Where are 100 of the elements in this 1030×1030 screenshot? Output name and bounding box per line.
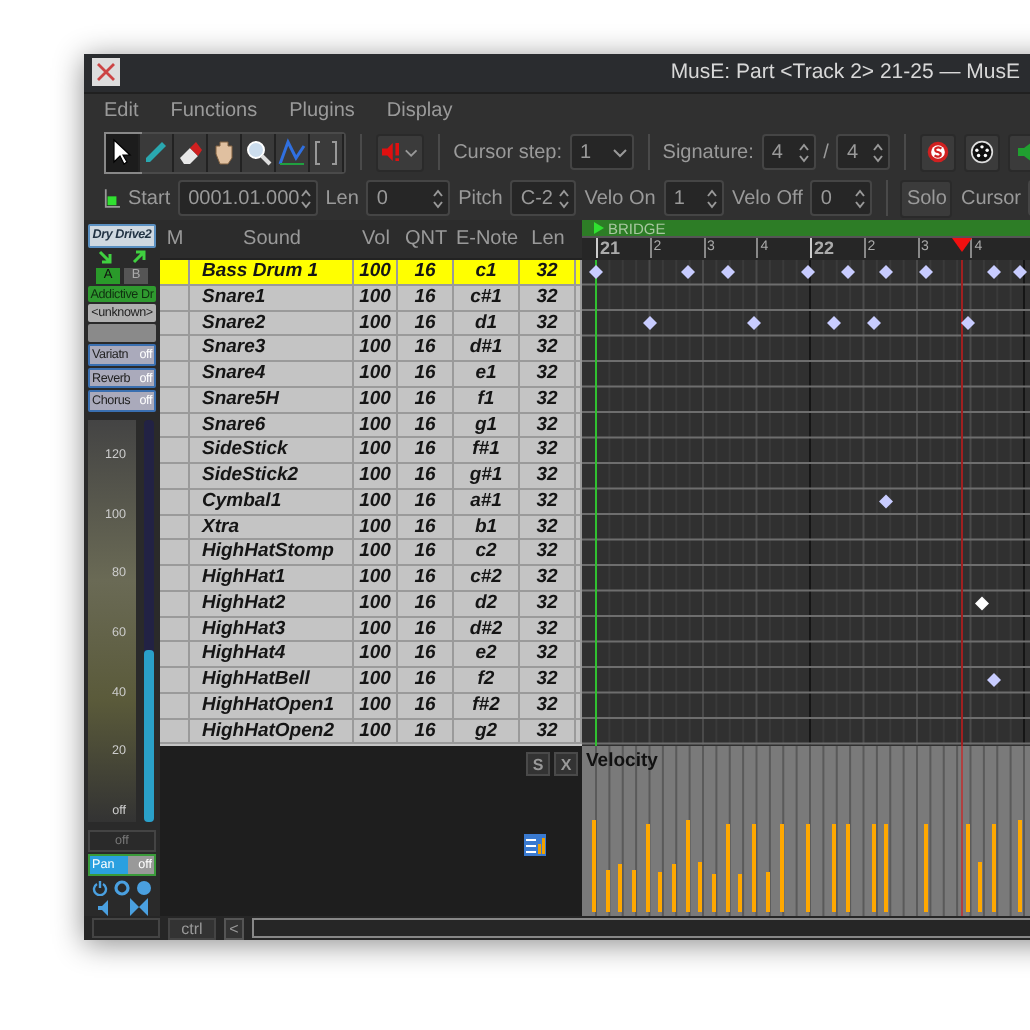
column-header[interactable]: QNT xyxy=(398,228,454,251)
drum-row[interactable]: Xtra 100 16 b1 32 xyxy=(160,515,582,541)
power-icon[interactable] xyxy=(91,879,108,896)
qnt-cell: 16 xyxy=(398,617,454,643)
drum-row[interactable]: Bass Drum 1 100 16 c1 32 xyxy=(160,260,582,286)
velo-off-field[interactable]: 0 xyxy=(810,180,872,217)
column-header[interactable]: E-Note xyxy=(454,228,520,251)
note-event[interactable] xyxy=(643,316,657,331)
range-tool-button[interactable] xyxy=(310,133,344,172)
enote-cell: d1 xyxy=(454,311,520,337)
midi-input-button[interactable] xyxy=(964,133,1000,172)
len-label: Len xyxy=(325,187,359,210)
len-cell: 32 xyxy=(520,693,576,720)
drum-row[interactable]: SideStick2 100 16 g#1 32 xyxy=(160,464,582,490)
drum-row[interactable]: Snare2 100 16 d1 32 xyxy=(160,311,582,337)
enote-cell: f#2 xyxy=(454,693,520,720)
note-event[interactable] xyxy=(961,316,975,331)
drum-row[interactable]: Snare4 100 16 e1 32 xyxy=(160,362,582,388)
note-event[interactable] xyxy=(987,673,1001,688)
pitch-field[interactable]: C-2 xyxy=(510,180,577,217)
column-header[interactable]: Vol xyxy=(354,228,398,251)
ring-icon[interactable] xyxy=(113,879,130,896)
speaker-alert-button[interactable] xyxy=(375,133,424,172)
spin-arrows-icon[interactable] xyxy=(299,187,312,210)
note-event[interactable] xyxy=(867,316,881,331)
start-label: Start xyxy=(127,187,171,210)
numerator-field[interactable]: 4 xyxy=(761,134,816,171)
note-event[interactable] xyxy=(801,265,815,280)
drum-row[interactable]: HighHat1 100 16 c#2 32 xyxy=(160,566,582,592)
enote-cell: d2 xyxy=(454,591,520,618)
spin-arrows-icon[interactable] xyxy=(705,187,718,210)
spin-arrows-icon[interactable] xyxy=(432,187,445,210)
spin-arrows-icon[interactable] xyxy=(853,187,866,210)
denominator-field[interactable]: 4 xyxy=(836,134,891,171)
drum-row[interactable]: Snare5H 100 16 f1 32 xyxy=(160,387,582,414)
window-title: MusE: Part <Track 2> 21-25 — MusE xyxy=(668,60,1022,85)
pointer-tool-button[interactable] xyxy=(106,133,140,172)
curve-tool-button[interactable] xyxy=(276,133,310,172)
controller-button[interactable]: S xyxy=(526,752,550,777)
drum-row[interactable]: HighHatStomp 100 16 c2 32 xyxy=(160,540,582,567)
note-event[interactable] xyxy=(919,265,933,280)
menu-item[interactable]: Plugins xyxy=(289,100,355,123)
enote-cell: g2 xyxy=(454,719,520,745)
drum-row[interactable]: HighHat3 100 16 d#2 32 xyxy=(160,617,582,643)
column-header[interactable]: Sound xyxy=(190,228,354,251)
drum-row[interactable]: SideStick 100 16 f#1 32 xyxy=(160,438,582,465)
dot-icon[interactable] xyxy=(136,879,153,896)
note-event[interactable] xyxy=(589,265,603,280)
start-field[interactable]: 0001.01.000 xyxy=(178,180,318,217)
vol-cell: 100 xyxy=(354,515,398,541)
column-header[interactable]: Len xyxy=(520,228,576,251)
scroll-left-button[interactable]: < xyxy=(224,917,244,940)
note-event[interactable] xyxy=(721,265,735,280)
drum-row[interactable]: HighHat4 100 16 e2 32 xyxy=(160,642,582,669)
len-cell: 32 xyxy=(520,642,576,669)
ctrl-button[interactable]: ctrl xyxy=(168,917,216,940)
velo-on-field[interactable]: 1 xyxy=(663,180,724,217)
drum-row[interactable]: Cymbal1 100 16 a#1 32 xyxy=(160,489,582,516)
note-event[interactable] xyxy=(975,596,989,611)
drum-row[interactable]: HighHatOpen2 100 16 g2 32 xyxy=(160,719,582,745)
volume-fader[interactable] xyxy=(144,420,154,822)
note-event[interactable] xyxy=(747,316,761,331)
drum-row[interactable]: Snare1 100 16 c#1 32 xyxy=(160,285,582,312)
menu-item[interactable]: Edit xyxy=(104,100,139,123)
controller-edit-icon[interactable] xyxy=(524,834,546,857)
hand-tool-button[interactable] xyxy=(208,133,242,172)
zoom-tool-button[interactable] xyxy=(242,133,276,172)
len-field[interactable]: 0 xyxy=(366,180,451,217)
cursor-step-combo[interactable]: 1 xyxy=(570,134,633,171)
controller-button[interactable]: X xyxy=(554,752,578,777)
drum-row[interactable]: HighHatOpen1 100 16 f#2 32 xyxy=(160,693,582,720)
menu-item[interactable]: Functions xyxy=(170,100,258,123)
enote-cell: a#1 xyxy=(454,489,520,516)
note-event[interactable] xyxy=(681,265,695,280)
note-event[interactable] xyxy=(879,494,893,509)
qnt-cell: 16 xyxy=(398,311,454,337)
drum-row[interactable]: Snare3 100 16 d#1 32 xyxy=(160,336,582,363)
eraser-tool-button[interactable] xyxy=(174,133,208,172)
speaker-icon[interactable] xyxy=(97,899,111,916)
pencil-tool-button[interactable] xyxy=(140,133,174,172)
controller-label: Velocity xyxy=(586,750,658,773)
qnt-cell: 16 xyxy=(398,719,454,745)
spin-arrows-icon[interactable] xyxy=(558,187,571,210)
velo-off-label: Velo Off xyxy=(731,187,803,210)
note-event[interactable] xyxy=(879,265,893,280)
spin-arrows-icon[interactable] xyxy=(872,141,885,164)
note-event[interactable] xyxy=(841,265,855,280)
route-in-icon[interactable] xyxy=(98,250,112,265)
route-out-icon[interactable] xyxy=(132,250,146,265)
column-header[interactable]: M xyxy=(160,228,190,251)
drum-row[interactable]: HighHat2 100 16 d2 32 xyxy=(160,591,582,618)
enote-cell: c#2 xyxy=(454,566,520,592)
drum-row[interactable]: Snare6 100 16 g1 32 xyxy=(160,413,582,439)
note-event[interactable] xyxy=(827,316,841,331)
drum-row[interactable]: HighHatBell 100 16 f2 32 xyxy=(160,668,582,694)
step-record-button[interactable] xyxy=(920,133,956,172)
spin-arrows-icon[interactable] xyxy=(797,141,810,164)
menu-item[interactable]: Display xyxy=(386,100,453,123)
solo-button[interactable]: Solo xyxy=(900,179,953,218)
horizontal-scrollbar[interactable] xyxy=(252,918,1030,939)
